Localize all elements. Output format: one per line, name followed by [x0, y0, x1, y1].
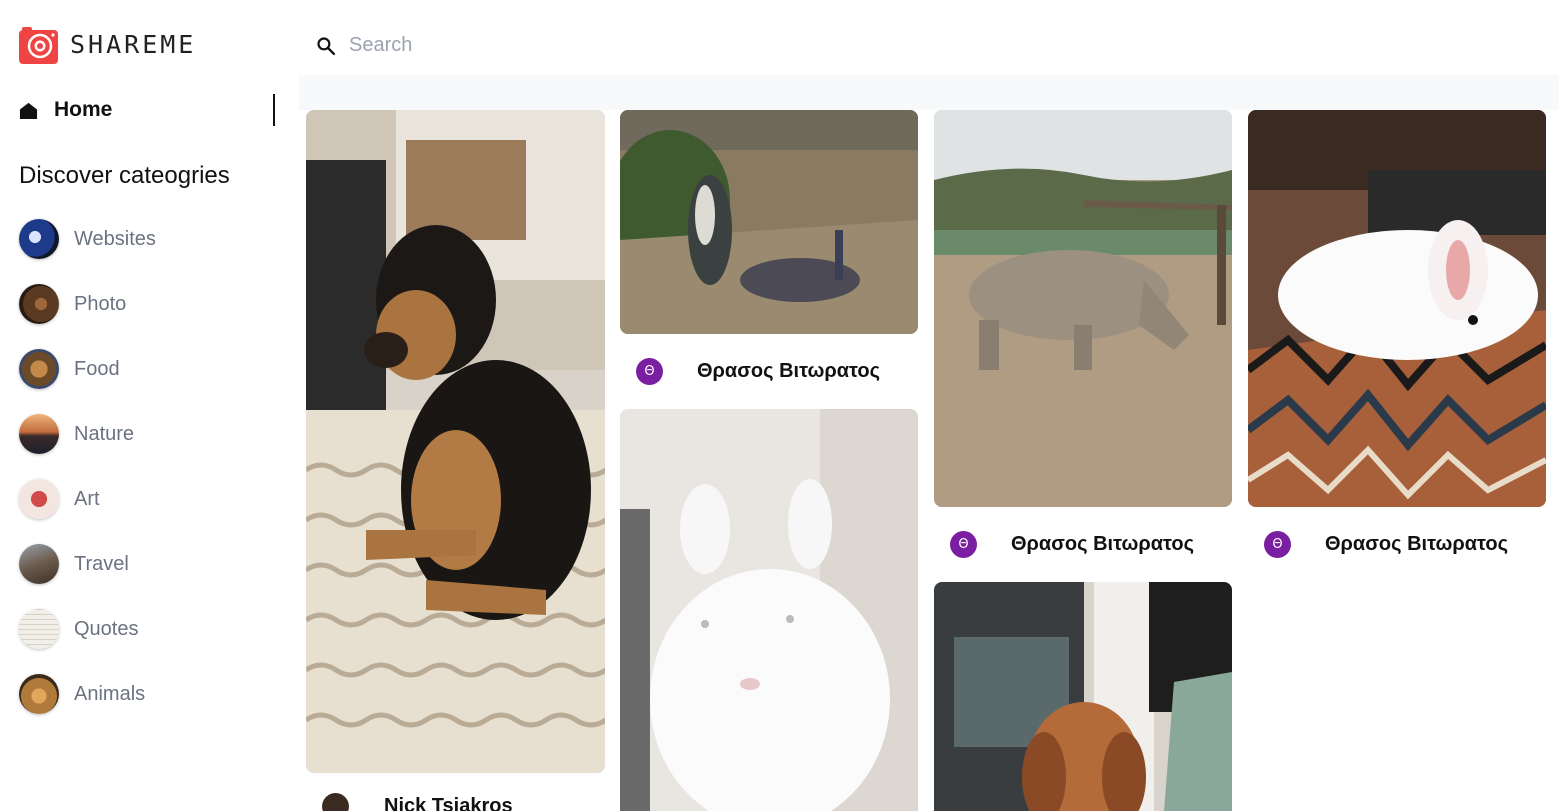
category-travel[interactable]: Travel: [19, 544, 156, 584]
category-websites[interactable]: Websites: [19, 219, 156, 259]
pin-author[interactable]: Θ Θρασος Βιτωρατος: [636, 358, 880, 385]
category-thumbnail: [19, 674, 59, 714]
pin-image-dog-kitchen[interactable]: [934, 582, 1232, 811]
author-name: Θρασος Βιτωρατος: [697, 360, 880, 382]
category-label: Websites: [74, 227, 156, 250]
author-avatar: Θ: [950, 531, 977, 558]
category-list: Websites Photo Food Nature Art Travel Qu…: [19, 219, 156, 739]
category-label: Animals: [74, 682, 146, 705]
author-name: Θρασος Βιτωρατος: [1325, 533, 1508, 555]
author-name: Nick Tsiakros: [384, 795, 513, 811]
category-art[interactable]: Art: [19, 479, 156, 519]
category-label: Art: [74, 487, 100, 510]
nav-home[interactable]: Home: [19, 94, 275, 126]
category-thumbnail: [19, 219, 59, 259]
logo-text: SHAREME: [70, 30, 197, 59]
logo[interactable]: SHAREME: [19, 25, 196, 64]
home-icon: [19, 102, 38, 119]
camera-icon: [19, 25, 58, 64]
category-quotes[interactable]: Quotes: [19, 609, 156, 649]
search-bar: [299, 15, 1559, 75]
category-label: Nature: [74, 422, 135, 445]
category-label: Travel: [74, 552, 129, 575]
sidebar: SHAREME Home Discover cateogries Website…: [0, 0, 298, 811]
category-thumbnail: [19, 479, 59, 519]
category-label: Quotes: [74, 617, 139, 640]
category-thumbnail: [19, 544, 59, 584]
pin-image-rhino[interactable]: [934, 110, 1232, 507]
pin-image-peacocks[interactable]: [620, 110, 918, 334]
search-input[interactable]: [349, 30, 1049, 60]
author-name: Θρασος Βιτωρατος: [1011, 533, 1194, 555]
category-thumbnail: [19, 609, 59, 649]
category-nature[interactable]: Nature: [19, 414, 156, 454]
category-thumbnail: [19, 284, 59, 324]
author-avatar: Θ: [1264, 531, 1291, 558]
category-animals[interactable]: Animals: [19, 674, 156, 714]
category-food[interactable]: Food: [19, 349, 156, 389]
category-thumbnail: [19, 414, 59, 454]
nav-home-label: Home: [54, 98, 113, 121]
category-label: Photo: [74, 292, 127, 315]
author-avatar: [322, 793, 349, 811]
app: SHAREME Home Discover cateogries Website…: [0, 0, 1559, 811]
category-photo[interactable]: Photo: [19, 284, 156, 324]
pin-author[interactable]: Θ Θρασος Βιτωρατος: [1264, 531, 1508, 558]
pin-image-rabbit-rug[interactable]: [1248, 110, 1546, 507]
category-thumbnail: [19, 349, 59, 389]
pin-image-dog[interactable]: [306, 110, 605, 773]
pin-image-rabbit[interactable]: [620, 409, 918, 811]
search-icon[interactable]: [316, 36, 336, 56]
pin-author[interactable]: Nick Tsiakros: [322, 793, 513, 811]
pin-author[interactable]: Θ Θρασος Βιτωρατος: [950, 531, 1194, 558]
author-avatar: Θ: [636, 358, 663, 385]
category-label: Food: [74, 357, 120, 380]
categories-heading: Discover cateogries: [19, 162, 230, 189]
